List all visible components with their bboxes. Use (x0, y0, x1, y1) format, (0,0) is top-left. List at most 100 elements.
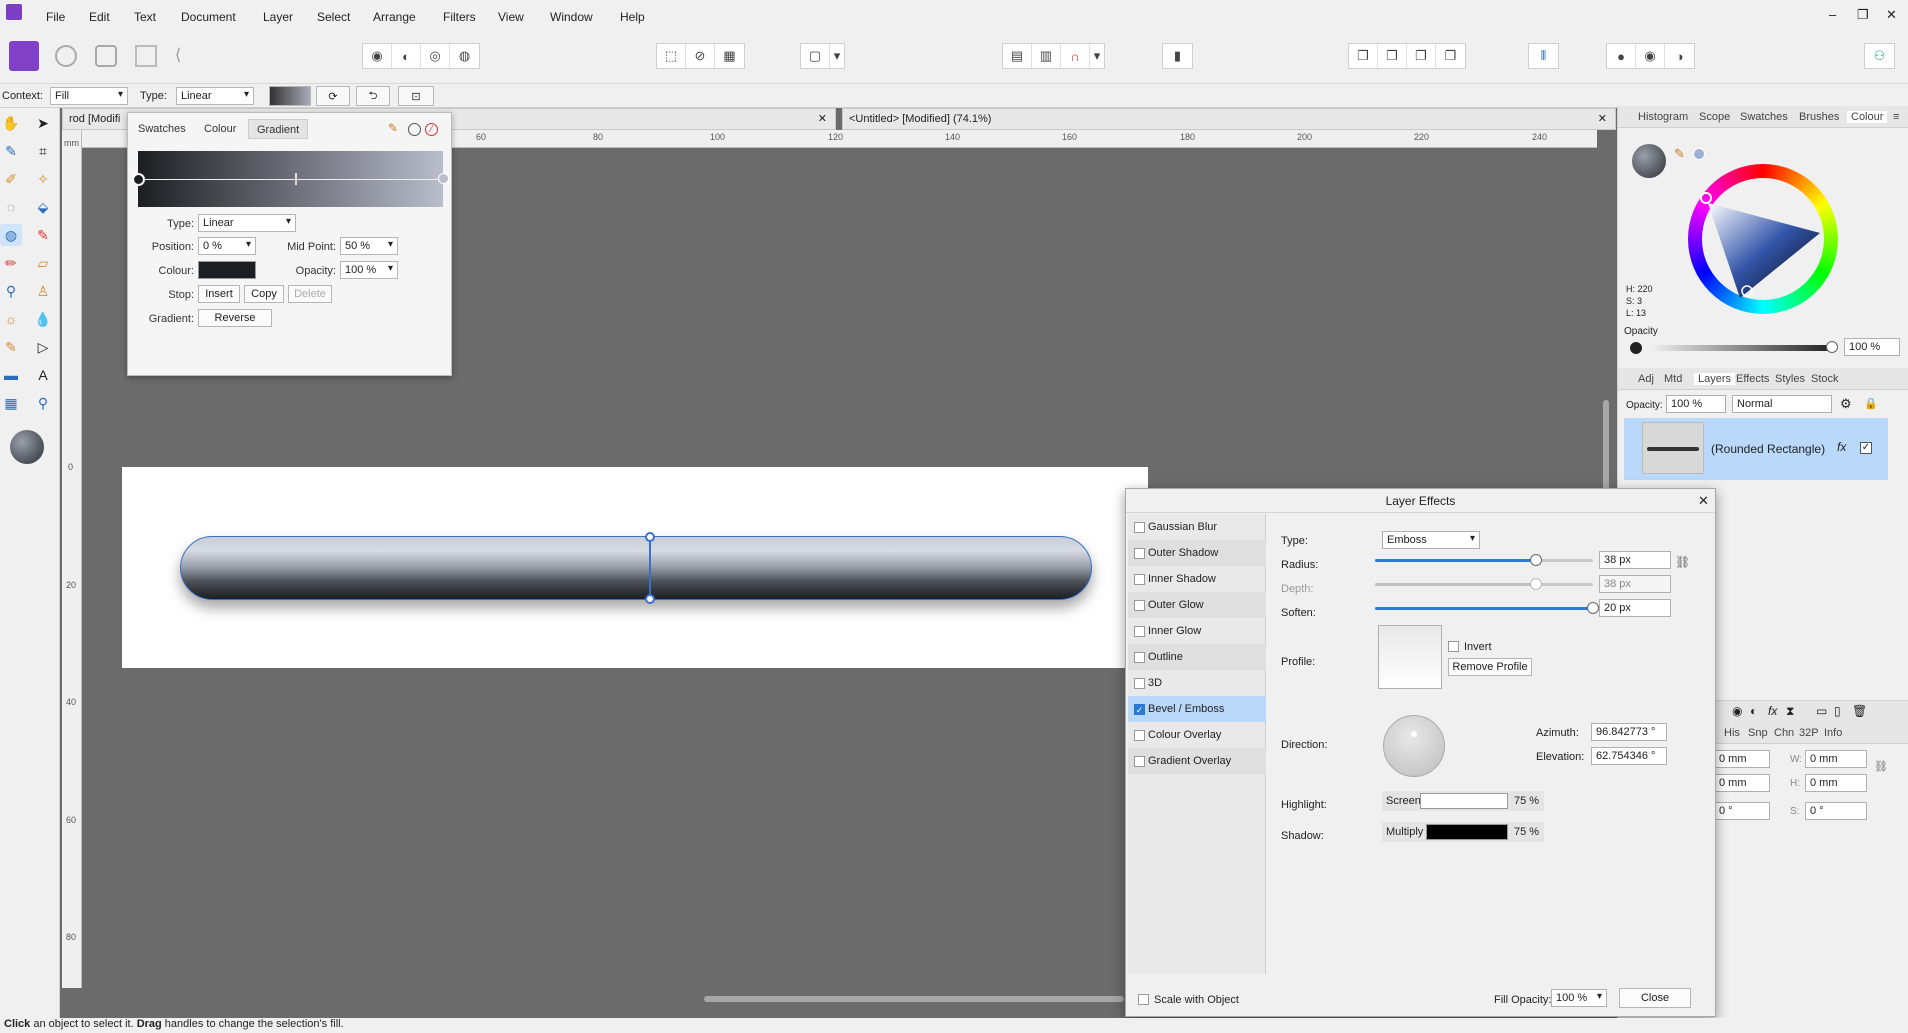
colour-picker-icon[interactable]: ✎ (1674, 146, 1685, 162)
shadow-row[interactable]: Multiply 75 % (1382, 822, 1544, 842)
selection-tool-icon[interactable]: ◌ (0, 196, 22, 218)
radius-slider[interactable] (1375, 554, 1593, 566)
effect-checkbox[interactable] (1134, 522, 1145, 533)
midpoint-field[interactable]: 50 % (340, 237, 398, 255)
color-wheel-icon[interactable]: ◉ (363, 44, 392, 68)
gradient-stop-end[interactable] (438, 173, 449, 184)
direction-handle[interactable] (1411, 731, 1417, 737)
remove-profile-button[interactable]: Remove Profile (1448, 658, 1532, 676)
link-icon[interactable]: ⛓ (1675, 555, 1690, 569)
menu-arrange[interactable]: Arrange (373, 10, 416, 24)
crop-tool-icon[interactable]: ⌗ (32, 140, 54, 162)
pixel-persona-icon[interactable] (55, 45, 77, 67)
effect-checkbox[interactable] (1134, 548, 1145, 559)
hand-tool-icon[interactable]: ✋ (0, 112, 22, 134)
shadow-blend-mode[interactable]: Multiply (1386, 826, 1423, 838)
zoom-tool-icon[interactable]: ⚲ (32, 392, 54, 414)
effect-gradient-overlay[interactable]: Gradient Overlay (1128, 748, 1266, 774)
menu-select[interactable]: Select (317, 10, 350, 24)
effect-3d[interactable]: 3D (1128, 670, 1266, 696)
context-select[interactable]: Fill (50, 87, 128, 105)
soften-slider-knob[interactable] (1587, 602, 1599, 614)
move-front-icon[interactable]: ❐ (1436, 44, 1465, 68)
gradient-stop-start[interactable] (132, 173, 145, 186)
effect-checkbox[interactable] (1134, 756, 1145, 767)
tab-adjustments[interactable]: Adj (1638, 373, 1654, 385)
rotation-field[interactable]: 0 ° (1714, 802, 1770, 820)
recolor-icon[interactable]: ◍ (450, 44, 479, 68)
x-field[interactable]: 0 mm (1714, 750, 1770, 768)
move-tool-icon[interactable]: ➤ (32, 112, 54, 134)
marquee-icon[interactable]: ⬚ (657, 44, 686, 68)
delete-layer-icon[interactable]: 🗑 (1852, 704, 1867, 718)
adjustment-icon[interactable]: ◐ (1750, 704, 1757, 718)
effect-outer-shadow[interactable]: Outer Shadow (1128, 540, 1266, 566)
tab-32p[interactable]: 32P (1799, 727, 1819, 739)
gradient-start-handle[interactable] (645, 532, 655, 542)
azimuth-field[interactable]: 96.842773 ° (1591, 723, 1667, 741)
aspect-icon[interactable]: ⊡ (398, 86, 434, 106)
grid-icon[interactable]: ▤ (1003, 44, 1032, 68)
effect-checkbox[interactable] (1134, 574, 1145, 585)
type-select[interactable]: Linear (176, 87, 254, 105)
link-icon[interactable]: ⛓ (1874, 760, 1888, 773)
reverse-gradient-icon[interactable]: ⮌ (356, 86, 390, 106)
contrast-icon[interactable]: ◐ (392, 44, 421, 68)
minimize-button[interactable]: – (1829, 7, 1836, 22)
radius-slider-knob[interactable] (1530, 554, 1543, 566)
panel-menu-icon[interactable]: ≡ (1893, 111, 1899, 123)
gradient-handle-line[interactable] (649, 537, 651, 599)
group-icon[interactable]: ▭ (1816, 704, 1827, 718)
tab-untitled-close-icon[interactable]: ✕ (1598, 112, 1607, 125)
menu-help[interactable]: Help (620, 10, 645, 24)
user-icon[interactable]: ⚇ (1865, 44, 1894, 68)
secondary-colour-swatch[interactable] (1693, 148, 1705, 160)
brush-tool-icon[interactable]: ✐ (0, 168, 22, 190)
effect-outer-glow[interactable]: Outer Glow (1128, 592, 1266, 618)
node-tool-icon[interactable]: ▷ (32, 336, 54, 358)
no-colour-icon[interactable]: ⁄ (425, 123, 438, 136)
layer-opacity-field[interactable]: 100 % (1666, 395, 1726, 413)
tab-scope[interactable]: Scope (1699, 111, 1730, 123)
profile-curve[interactable] (1378, 625, 1442, 689)
gradient-tool-icon[interactable]: ◍ (0, 224, 22, 246)
tab-stock[interactable]: Stock (1811, 373, 1839, 385)
guides-icon[interactable]: ▥ (1032, 44, 1061, 68)
colour-triangle[interactable] (1702, 178, 1824, 300)
tab-untitled[interactable]: <Untitled> [Modified] (74.1%) ✕ (842, 108, 1616, 130)
blur-tool-icon[interactable]: 💧 (32, 308, 54, 330)
delete-stop-button[interactable]: Delete (288, 285, 332, 303)
w-field[interactable]: 0 mm (1805, 750, 1867, 768)
export-persona-icon[interactable] (95, 45, 117, 67)
rectangle-tool-icon[interactable]: ▬ (0, 364, 22, 386)
horizontal-scrollbar[interactable] (704, 996, 1124, 1002)
mask-icon[interactable]: ◉ (1732, 704, 1742, 718)
effect-colour-overlay[interactable]: Colour Overlay (1128, 722, 1266, 748)
share-icon[interactable]: ⟨ (175, 45, 197, 67)
tab-styles[interactable]: Styles (1775, 373, 1805, 385)
highlight-opacity[interactable]: 75 % (1514, 795, 1539, 807)
lock-layer-icon[interactable]: 🔒 (1864, 397, 1878, 410)
stamp-tool-icon[interactable]: ♙ (32, 280, 54, 302)
y-field[interactable]: 0 mm (1714, 774, 1770, 792)
hue-icon[interactable]: ◎ (421, 44, 450, 68)
depth-slider-knob[interactable] (1530, 578, 1543, 590)
highlight-row[interactable]: Screen 75 % (1382, 791, 1544, 811)
h-field[interactable]: 0 mm (1805, 774, 1867, 792)
dialog-close-icon[interactable]: ✕ (1698, 493, 1709, 509)
shadow-colour-swatch[interactable] (1426, 824, 1508, 840)
bevel-type-select[interactable]: Emboss (1382, 531, 1480, 549)
hue-handle[interactable] (1700, 192, 1712, 204)
effect-checkbox[interactable] (1134, 678, 1145, 689)
designer-persona-icon[interactable] (9, 41, 39, 71)
tab-gradient[interactable]: Gradient (248, 119, 309, 139)
shear-field[interactable]: 0 ° (1805, 802, 1867, 820)
tab-effects[interactable]: Effects (1736, 373, 1769, 385)
move-backward-icon[interactable]: ❐ (1378, 44, 1407, 68)
shadow-opacity[interactable]: 75 % (1514, 826, 1539, 838)
highlight-blend-mode[interactable]: Screen (1386, 795, 1421, 807)
current-colour-swatch[interactable] (1632, 144, 1666, 178)
no-fill-icon[interactable]: ⊘ (686, 44, 715, 68)
layer-visibility-checkbox[interactable]: ✓ (1860, 442, 1872, 454)
direction-dial[interactable] (1383, 715, 1445, 777)
